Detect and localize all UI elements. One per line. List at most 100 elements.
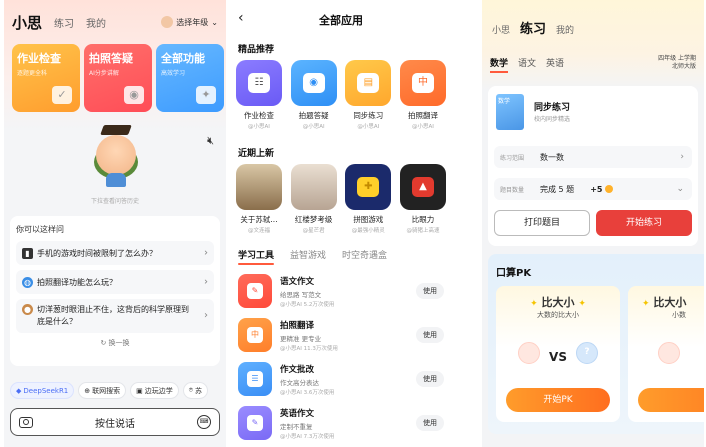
hold-to-talk-button[interactable]: 按住说话 ⌨: [10, 408, 220, 436]
chevron-right-icon: ›: [204, 276, 208, 288]
header-background: [482, 0, 704, 90]
mascot-avatar[interactable]: [92, 125, 140, 189]
use-button[interactable]: 使用: [416, 283, 444, 299]
app-maker: @星芒君: [302, 228, 325, 234]
use-button[interactable]: 使用: [416, 327, 444, 343]
refresh-button[interactable]: ↻ 换一换: [16, 338, 214, 348]
category-tabs: 学习工具 益智游戏 时空奇遇盒: [238, 248, 387, 265]
ask-header: 你可以这样问: [16, 225, 64, 234]
app-maker: @小思AI: [248, 124, 270, 130]
start-practice-button[interactable]: 开始练习: [596, 210, 692, 236]
tab-time-box[interactable]: 时空奇遇盒: [342, 248, 387, 261]
chip-play-learn[interactable]: ▣ 边玩边学: [130, 382, 179, 399]
puzzle-piece-icon: ✚: [357, 177, 380, 197]
app-photo-answer[interactable]: ◉ 拍题答疑 @小思AI: [289, 60, 339, 130]
tool-desc: 定制不重复: [280, 422, 313, 431]
term-selector[interactable]: 四年级 上学期 北师大版: [658, 55, 696, 71]
app-maker: @文连福: [247, 228, 270, 234]
tab-brand[interactable]: 小思: [12, 12, 42, 33]
pk-card-compare[interactable]: ✦ 比大小 ✦ 大数的比大小 VS ? 开始PK: [496, 286, 620, 422]
tool-english-essay[interactable]: ✎ 英语作文 定制不重复 @小思AI 7.3万次使用 使用: [238, 404, 444, 442]
card-homework-check[interactable]: 作业检查 逐题更全科 ✓: [12, 44, 80, 112]
range-selector[interactable]: 练习范围 数一数 ›: [494, 146, 692, 168]
document-icon: ☰: [247, 371, 263, 387]
app-name: 拍照翻译: [407, 111, 438, 120]
pk-card-decimal[interactable]: ✦ 比大小 小数: [628, 286, 704, 422]
tab-practice[interactable]: 练习: [520, 18, 546, 37]
tab-english[interactable]: 英语: [546, 56, 564, 69]
app-eyesight[interactable]: ▲ 比眼力 @骑猪上高速: [398, 164, 448, 234]
chip-location[interactable]: ⌾ 苏: [182, 382, 208, 399]
tool-meta: @小思AI 11.3万次使用: [280, 345, 338, 352]
painting-icon: [290, 164, 337, 210]
camera-icon[interactable]: [19, 416, 33, 428]
sparkle-icon: ✦: [196, 86, 216, 104]
chip-deepseek[interactable]: ◆ DeepSeekR1: [10, 382, 75, 399]
translate-icon: 中: [411, 73, 434, 93]
tool-desc: 作文高分表达: [280, 378, 319, 387]
page-title: 全部应用: [319, 14, 363, 27]
mascot-face: [96, 135, 136, 175]
chevron-down-icon: ⌄: [211, 17, 218, 27]
tool-chinese-essay[interactable]: ✎ 语文作文 给思路 写范文 @小思AI 5.2万次使用 使用: [238, 272, 444, 310]
chevron-right-icon: ›: [680, 152, 684, 162]
edit-icon: ✎: [247, 415, 263, 431]
tab-brand[interactable]: 小思: [492, 23, 510, 36]
pk-desc: 小数: [672, 311, 686, 319]
print-button[interactable]: 打印题目: [494, 210, 590, 236]
app-photo-translate[interactable]: 中 拍照翻译 @小思AI: [398, 60, 448, 130]
app-icon: ☷: [236, 60, 282, 106]
grade-selector[interactable]: 选择年级 ⌄: [161, 16, 218, 28]
all-apps-screen: ‹ 全部应用 精品推荐 ☷ 作业检查 @小思AI ◉ 拍题答疑 @小思AI ▤ …: [230, 0, 452, 447]
app-puzzle[interactable]: ✚ 拼图游戏 @最强小精灵: [343, 164, 393, 234]
keyboard-icon[interactable]: ⌨: [197, 415, 211, 429]
start-pk-button[interactable]: [638, 388, 704, 412]
tab-mine[interactable]: 我的: [556, 23, 574, 36]
book-cover-text: 数学: [498, 98, 511, 105]
question-item[interactable]: ● 切洋葱时眼泪止不住，这背后的科学原理到底是什么？ ›: [16, 299, 214, 333]
card-all-features[interactable]: 全部功能 高效学习 ✦: [156, 44, 224, 112]
sparkle-icon: ✦: [642, 299, 650, 309]
question-text: 切洋葱时眼泪止不住，这背后的科学原理到底是什么？: [37, 305, 189, 326]
use-button[interactable]: 使用: [416, 415, 444, 431]
sync-subtitle: 校内同步精选: [534, 116, 571, 123]
question-item[interactable]: ◍ 拍照翻译功能怎么玩？ ›: [16, 270, 214, 294]
tool-text: 作文批改 作文高分表达 @小思AI 3.6万次使用: [280, 363, 416, 396]
tool-icon: 中: [238, 318, 272, 352]
app-homework-check[interactable]: ☷ 作业检查 @小思AI: [234, 60, 284, 130]
pk-title: ✦ 比大小 ✦: [496, 294, 620, 310]
count-selector[interactable]: 题目数量 完成 5 题 +5 ⌄: [494, 178, 692, 200]
use-button[interactable]: 使用: [416, 371, 444, 387]
chip-web-search[interactable]: ⊕ 联网搜索: [78, 382, 127, 399]
tool-name: 拍照翻译: [280, 320, 315, 331]
whale-icon: ◆: [16, 386, 22, 395]
app-sync-practice[interactable]: ▤ 同步练习 @小思AI: [343, 60, 393, 130]
featured-header: 精品推荐: [238, 45, 275, 55]
tool-essay-correction[interactable]: ☰ 作文批改 作文高分表达 @小思AI 3.6万次使用 使用: [238, 360, 444, 398]
chevron-down-icon: ⌄: [676, 184, 684, 194]
tab-practice[interactable]: 练习: [54, 15, 74, 30]
tab-math[interactable]: 数学: [490, 56, 509, 73]
vs-label: VS: [549, 350, 567, 364]
tab-puzzle-games[interactable]: 益智游戏: [290, 248, 326, 261]
tool-photo-translate[interactable]: 中 拍照翻译 更精准 更专业 @小思AI 11.3万次使用 使用: [238, 316, 444, 354]
reward-value: +5: [590, 184, 603, 194]
mute-icon[interactable]: 🔇︎: [207, 134, 214, 148]
tab-mine[interactable]: 我的: [86, 15, 106, 30]
app-maker: @骑猪上高速: [406, 228, 440, 234]
count-label: 题目数量: [500, 186, 525, 194]
question-text: 手机的游戏时间被限制了怎么办？: [37, 248, 157, 258]
grade-label: 选择年级: [176, 17, 209, 27]
tab-chinese[interactable]: 语文: [518, 56, 536, 69]
tab-study-tools[interactable]: 学习工具: [238, 248, 275, 265]
card-photo-answer[interactable]: 拍照答疑 AI分步讲解 ◉: [84, 44, 152, 112]
pk-desc: 大数的比大小: [537, 311, 579, 319]
pk-header: 口算PK: [496, 268, 532, 279]
app-icon: ▤: [345, 60, 392, 106]
start-pk-button[interactable]: 开始PK: [506, 388, 610, 412]
app-red-mansion[interactable]: 红楼梦考级 @星芒君: [289, 164, 339, 234]
suggested-questions: 你可以这样问 ▮ 手机的游戏时间被限制了怎么办？ › ◍ 拍照翻译功能怎么玩？ …: [10, 216, 220, 366]
question-item[interactable]: ▮ 手机的游戏时间被限制了怎么办？ ›: [16, 241, 214, 265]
app-su-shi[interactable]: 关于苏轼... @文连福: [234, 164, 284, 234]
home-screen: 小思 练习 我的 选择年级 ⌄ 作业检查 逐题更全科 ✓ 拍照答疑 AI分步讲解…: [4, 0, 226, 447]
